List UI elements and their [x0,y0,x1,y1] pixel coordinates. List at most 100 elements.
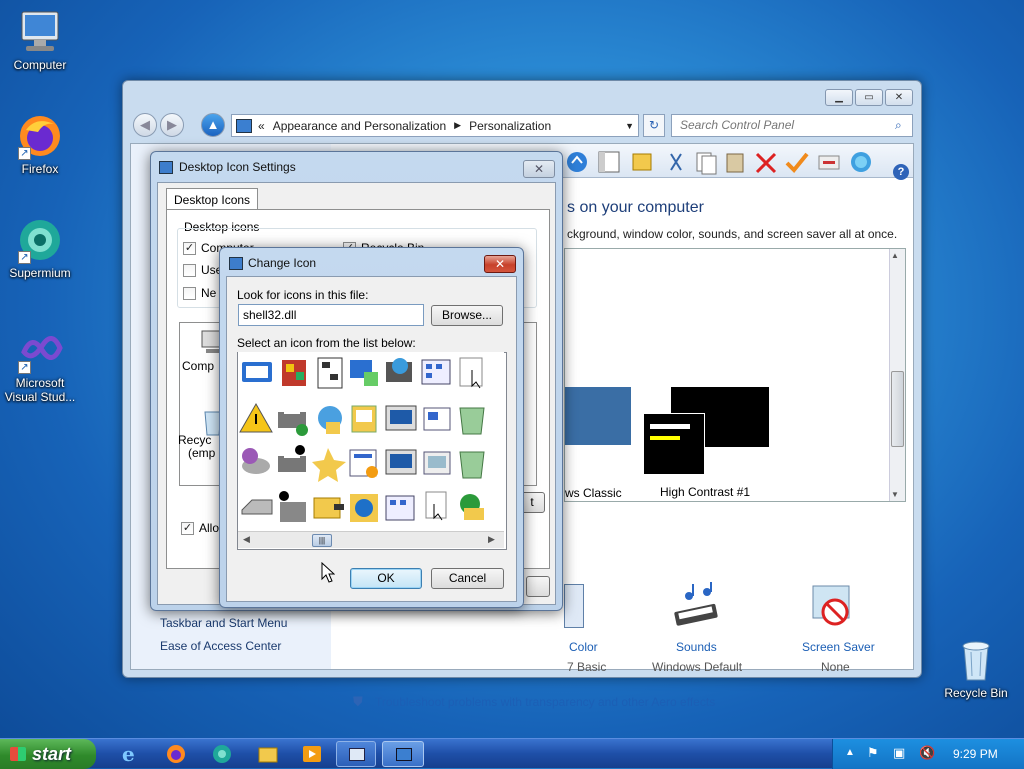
theme-list: ws Classic High Contrast #1 ▲ ▼ [564,248,906,502]
start-button[interactable]: start [0,739,96,769]
clock[interactable]: 9:29 PM [953,747,998,761]
icon-cell[interactable] [385,449,417,475]
scroll-left-icon[interactable]: ◀ [243,534,250,545]
minimize-button[interactable]: ▁ [825,89,853,106]
checkbox-allow-themes[interactable]: ✓ [181,522,194,535]
breadcrumb-appearance[interactable]: Appearance and Personalization [273,119,446,133]
explorer-taskbar-icon[interactable] [254,742,282,766]
icon-cell[interactable] [386,358,412,382]
icon-cell[interactable] [317,357,343,389]
icon-cell[interactable] [318,406,342,434]
desktop-icon-label: Microsoft Visual Stud... [4,376,76,404]
icon-cell[interactable] [241,499,273,515]
firefox-taskbar-icon[interactable] [162,742,190,766]
desktop-icon-firefox[interactable]: ↗ Firefox [2,112,78,176]
theme-list-scrollbar[interactable]: ▲ ▼ [889,249,905,501]
icon-cell[interactable] [349,449,378,478]
shortcut-arrow-icon: ↗ [18,361,31,374]
window-color-link[interactable]: Color [569,640,598,654]
sounds-icon[interactable] [669,582,725,632]
show-hidden-icons-icon[interactable]: ▲ [845,747,855,758]
icon-cell[interactable] [282,360,306,386]
scroll-right-icon[interactable]: ▶ [488,534,495,545]
up-button[interactable]: ▲ [201,113,225,137]
icon-cell[interactable] [313,497,344,519]
taskbar-item-personalization[interactable] [382,741,424,767]
icon-cell[interactable] [385,405,417,431]
screen-saver-icon[interactable] [811,584,855,630]
change-icon-close-button[interactable]: ✕ [484,255,516,273]
desktop-icon-label: Supermium [9,266,71,280]
maximize-button[interactable]: ▭ [855,89,883,106]
ok-button[interactable]: OK [350,568,422,589]
control-panel-icon [236,118,252,133]
sidebar-link-ease-of-access[interactable]: Ease of Access Center [160,639,281,653]
scrollbar-thumb[interactable] [891,371,904,447]
icon-grid[interactable] [238,352,504,532]
window-color-icon[interactable] [564,584,584,628]
help-icon[interactable]: ? [893,164,909,180]
file-input[interactable]: shell32.dll [238,304,424,326]
screen-saver-value: None [821,660,850,674]
browse-button[interactable]: Browse... [431,305,503,326]
breadcrumb-personalization[interactable]: Personalization [469,119,551,133]
sounds-value: Windows Default [652,660,743,674]
icon-cell[interactable] [423,407,451,431]
theme-windows-classic[interactable] [565,387,631,445]
media-player-taskbar-icon[interactable] [298,742,326,766]
desktop-icon-computer[interactable]: Computer [2,8,78,72]
icon-cell[interactable] [423,451,451,475]
taskbar-item-desktop-icon-settings[interactable] [336,741,376,767]
icon-cell[interactable] [350,494,378,522]
icon-cell[interactable] [242,362,272,382]
address-bar[interactable]: « Appearance and Personalization ▶ Perso… [231,114,639,137]
tab-desktop-icons[interactable]: Desktop Icons [166,188,259,210]
icon-cell[interactable] [278,406,308,436]
icon-cell[interactable] [279,491,306,522]
file-label: Look for icons in this file: [237,288,369,302]
breadcrumb-separator-icon: ▶ [454,120,462,130]
icon-cell[interactable] [350,360,378,386]
recycle-bin-icon [952,636,1000,684]
cancel-button[interactable]: Cancel [431,568,504,589]
refresh-button[interactable]: ↻ [643,114,665,137]
shortcut-arrow-icon: ↗ [18,251,31,264]
checkbox-network[interactable] [183,287,196,300]
icon-grid-scrollbar[interactable]: ◀ ||| ▶ [238,531,504,548]
close-button[interactable]: ✕ [885,89,913,106]
supermium-taskbar-icon[interactable] [208,742,236,766]
search-input[interactable]: Search Control Panel [671,114,913,137]
scrollbar-thumb[interactable]: ||| [312,534,332,547]
desktop-icon-supermium[interactable]: ↗ Supermium [2,216,78,280]
icon-cell[interactable] [239,402,273,433]
troubleshoot-link[interactable]: Troubleshoot problems with transparency … [375,695,715,709]
icon-cell[interactable] [459,407,485,435]
desktop-icon-visual-studio[interactable]: ↗ Microsoft Visual Stud... [2,326,78,404]
icon-cell[interactable] [242,448,270,474]
sidebar-link-taskbar[interactable]: Taskbar and Start Menu [160,616,287,630]
sounds-link[interactable]: Sounds [676,640,717,654]
address-dropdown-icon[interactable]: ▼ [625,121,634,131]
icon-cell[interactable] [278,445,306,472]
checkbox-computer[interactable]: ✓ [183,242,196,255]
icon-cell[interactable] [459,451,485,479]
volume-muted-icon[interactable]: 🔇 [919,745,935,761]
forward-button[interactable]: ▶ [160,113,184,137]
icon-cell[interactable] [312,448,346,482]
icon-cell[interactable] [460,494,484,520]
icon-cell[interactable] [351,405,377,433]
icon-cell[interactable] [421,359,451,385]
search-icon[interactable]: ⌕ [895,118,902,133]
screen-saver-link[interactable]: Screen Saver [802,640,875,654]
desktop-icon-recycle-bin[interactable]: Recycle Bin [938,636,1014,700]
network-icon[interactable]: ▣ [893,745,905,761]
icon-cell[interactable] [425,491,447,521]
internet-explorer-icon[interactable]: e [116,742,144,766]
icon-cell[interactable] [385,495,415,521]
icon-cell[interactable] [459,357,483,389]
action-center-flag-icon[interactable]: ⚑ [867,745,879,761]
dialog-close-button[interactable]: ✕ [523,160,555,178]
checkbox-user-files[interactable] [183,264,196,277]
apply-button[interactable] [526,576,550,597]
back-button[interactable]: ◀ [133,113,157,137]
